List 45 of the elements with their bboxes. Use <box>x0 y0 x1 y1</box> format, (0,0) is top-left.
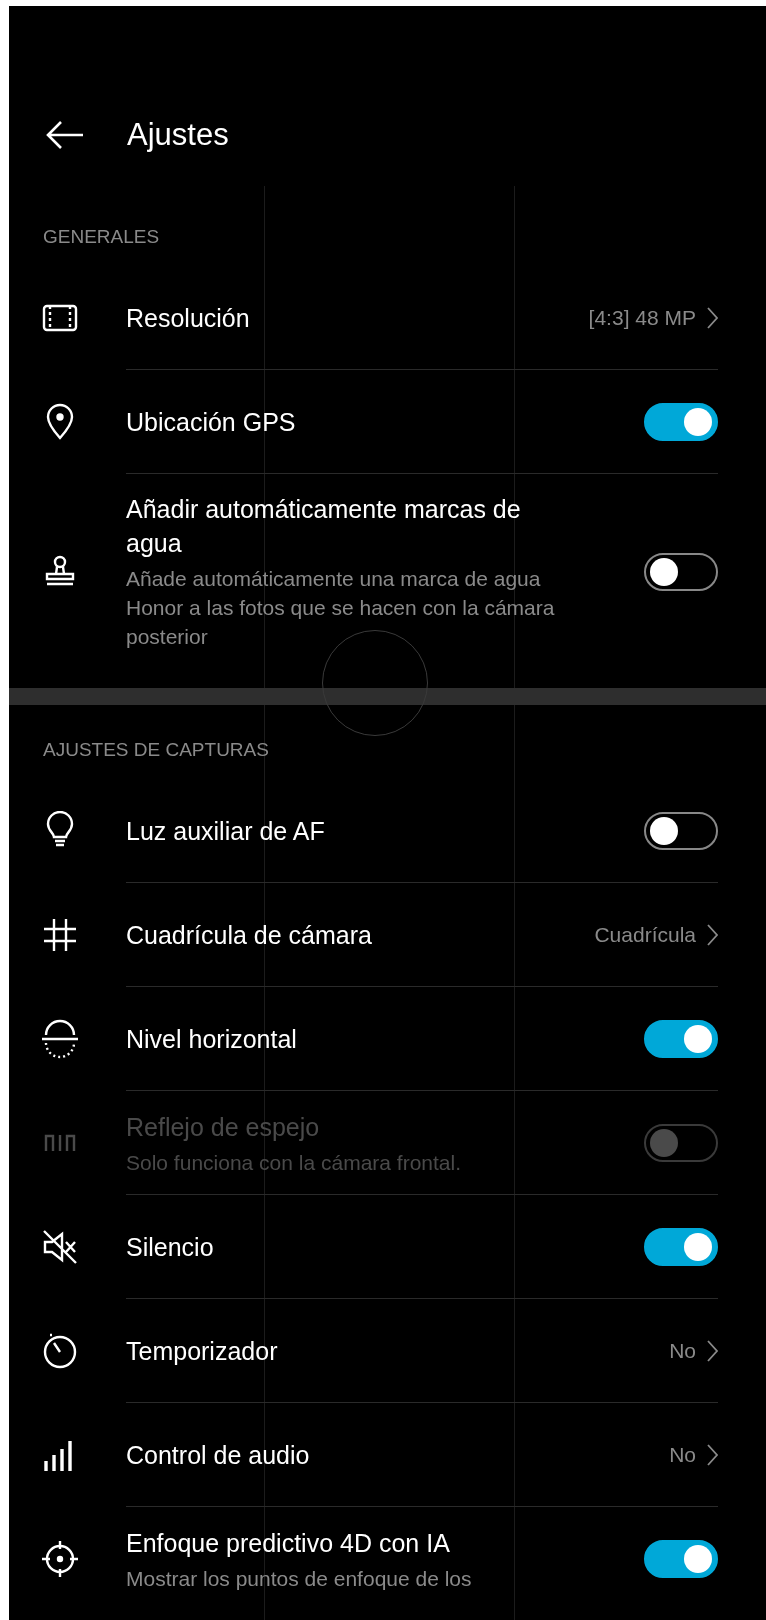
toggle-switch[interactable] <box>644 1020 718 1058</box>
setting-value: Cuadrícula <box>594 923 696 947</box>
toggle-switch[interactable] <box>644 552 718 591</box>
settings-row[interactable]: Luz auxiliar de AF <box>9 779 766 883</box>
setting-label: Temporizador <box>126 1336 279 1367</box>
setting-value: [4:3] 48 MP <box>588 306 696 330</box>
settings-row[interactable]: Control de audio No <box>9 1403 766 1507</box>
toggle-switch[interactable] <box>644 812 718 850</box>
setting-description: Mostrar los puntos de enfoque de los <box>126 1565 473 1592</box>
setting-description: Añade automáticamente una marca de agua Honor a las fotos que se hacen con la cámara posterior <box>126 566 556 650</box>
chevron-right-icon <box>706 923 718 947</box>
setting-label: Cuadrícula de cámara <box>126 920 373 951</box>
mirror-icon <box>43 1134 76 1152</box>
section-header: GENERALES <box>42 226 161 249</box>
toggle-switch[interactable] <box>644 403 718 441</box>
setting-description: Solo funciona con la cámara frontal. <box>126 1149 463 1176</box>
crosshair-icon <box>39 1539 80 1579</box>
setting-label: Reflejo de espejo <box>126 1111 321 1143</box>
setting-label: Añadir automáticamente marcas de agua <box>126 494 522 559</box>
setting-value: No <box>669 1339 696 1363</box>
settings-row[interactable]: Enfoque predictivo 4D con IA Mostrar los puntos de enfoque de los <box>9 1507 766 1611</box>
settings-row[interactable]: Cuadrícula de cámara Cuadrícula <box>9 883 766 987</box>
setting-label: Silencio <box>126 1232 215 1263</box>
screen-title: Ajustes <box>127 117 229 153</box>
settings-row[interactable]: Resolución [4:3] 48 MP <box>9 266 766 370</box>
setting-label: Enfoque predictivo 4D con IA <box>126 1527 451 1559</box>
toggle-switch[interactable] <box>644 1228 718 1266</box>
back-arrow-icon[interactable] <box>45 120 85 150</box>
chevron-right-icon <box>706 1339 718 1363</box>
settings-row[interactable]: Silencio <box>9 1195 766 1299</box>
level-icon <box>39 1019 80 1059</box>
setting-label: Control de audio <box>126 1440 311 1471</box>
section-header: AJUSTES DE CAPTURAS <box>42 739 270 762</box>
setting-label: Nivel horizontal <box>126 1024 298 1055</box>
chevron-right-icon <box>706 306 718 330</box>
setting-label: Ubicación GPS <box>126 407 297 438</box>
toggle-switch[interactable] <box>644 1540 718 1578</box>
chevron-right-icon <box>706 1443 718 1467</box>
setting-value: No <box>669 1443 696 1467</box>
setting-label: Resolución <box>126 303 251 334</box>
settings-row[interactable]: Añadir automáticamente marcas de agua Añade automáticamente una marca de agua Honor a las fotos que se hacen con la cámara posterior <box>9 474 766 669</box>
settings-row[interactable]: Nivel horizontal <box>9 987 766 1091</box>
settings-row[interactable]: Ubicación GPS <box>9 370 766 474</box>
setting-label: Luz auxiliar de AF <box>126 816 326 847</box>
settings-row[interactable]: Temporizador No <box>9 1299 766 1403</box>
